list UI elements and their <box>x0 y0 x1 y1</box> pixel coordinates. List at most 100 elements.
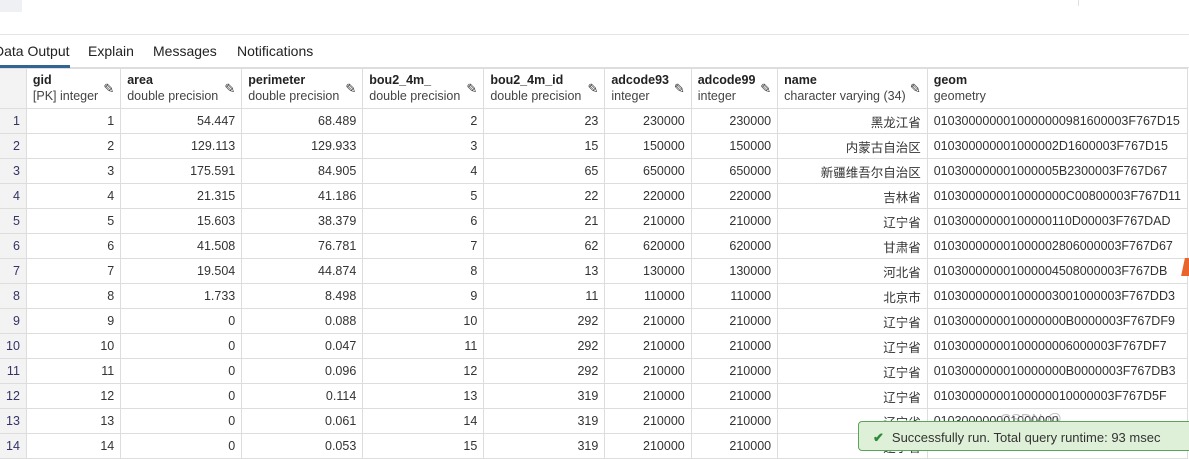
cell-gid[interactable]: 7 <box>25 258 122 284</box>
cell-adcode99[interactable]: 150000 <box>690 133 779 159</box>
cell-perimeter[interactable]: 0.114 <box>241 383 364 409</box>
cell-adcode99[interactable]: 210000 <box>690 433 779 459</box>
cell-area[interactable]: 0 <box>120 408 243 434</box>
cell-bou2_4m_id[interactable]: 292 <box>483 358 606 384</box>
cell-area[interactable]: 19.504 <box>120 258 243 284</box>
row-number[interactable]: 12 <box>0 383 27 409</box>
table-row[interactable]: 3 3 175.591 84.905 4 65 650000 650000 新疆维吾尔自治区 01… <box>0 158 1189 184</box>
edit-pencil-icon[interactable]: ✎ <box>466 81 477 97</box>
cell-name[interactable]: 河北省 <box>777 258 928 284</box>
tab-explain[interactable]: Explain <box>88 43 134 65</box>
cell-bou2_4m_id[interactable]: 319 <box>483 433 606 459</box>
cell-gid[interactable]: 10 <box>25 333 122 359</box>
cell-adcode93[interactable]: 650000 <box>604 158 692 184</box>
row-number[interactable]: 6 <box>0 233 27 259</box>
cell-bou2_4m_[interactable]: 14 <box>362 408 485 434</box>
cell-geom[interactable]: 0103000000010000000C00800003F767D11 <box>926 183 1189 209</box>
cell-geom[interactable]: 01030000000100000010000003F767D5F <box>926 383 1189 409</box>
select-all-corner[interactable] <box>0 68 27 109</box>
cell-geom[interactable]: 010300000001000002806000003F767D67 <box>926 233 1189 259</box>
cell-area[interactable]: 0 <box>120 383 243 409</box>
row-number[interactable]: 2 <box>0 133 27 159</box>
cell-bou2_4m_id[interactable]: 15 <box>483 133 606 159</box>
cell-gid[interactable]: 4 <box>25 183 122 209</box>
cell-adcode93[interactable]: 210000 <box>604 358 692 384</box>
cell-geom[interactable]: 010300000001000004508000003F767DB <box>926 258 1189 284</box>
cell-bou2_4m_id[interactable]: 62 <box>483 233 606 259</box>
row-number[interactable]: 3 <box>0 158 27 184</box>
cell-perimeter[interactable]: 68.489 <box>241 108 364 134</box>
cell-gid[interactable]: 14 <box>25 433 122 459</box>
cell-perimeter[interactable]: 44.874 <box>241 258 364 284</box>
cell-adcode99[interactable]: 620000 <box>690 233 779 259</box>
cell-bou2_4m_[interactable]: 13 <box>362 383 485 409</box>
table-row[interactable]: 2 2 129.113 129.933 3 15 150000 150000 内蒙古自治区 010… <box>0 133 1189 159</box>
cell-area[interactable]: 21.315 <box>120 183 243 209</box>
cell-adcode99[interactable]: 210000 <box>690 208 779 234</box>
cell-bou2_4m_[interactable]: 6 <box>362 208 485 234</box>
cell-perimeter[interactable]: 0.053 <box>241 433 364 459</box>
table-row[interactable]: 4 4 21.315 41.186 5 22 220000 220000 吉林省 01030000… <box>0 183 1189 209</box>
cell-bou2_4m_[interactable]: 11 <box>362 333 485 359</box>
edit-pencil-icon[interactable]: ✎ <box>760 81 771 97</box>
table-row[interactable]: 8 8 1.733 8.498 9 11 110000 110000 北京市 0103000000… <box>0 283 1189 309</box>
cell-adcode93[interactable]: 220000 <box>604 183 692 209</box>
cell-geom[interactable]: 010300000001000003001000003F767DD3 <box>926 283 1189 309</box>
cell-geom[interactable]: 010300000001000002D1600003F767D15 <box>926 133 1189 159</box>
cell-bou2_4m_[interactable]: 2 <box>362 108 485 134</box>
column-header-name[interactable]: name character varying (34) ✎ <box>777 68 928 109</box>
cell-adcode99[interactable]: 210000 <box>690 408 779 434</box>
cell-gid[interactable]: 3 <box>25 158 122 184</box>
row-number[interactable]: 11 <box>0 358 27 384</box>
cell-bou2_4m_id[interactable]: 13 <box>483 258 606 284</box>
tab-data-output[interactable]: Data Output <box>0 43 70 68</box>
edit-pencil-icon[interactable]: ✎ <box>587 81 598 97</box>
cell-gid[interactable]: 1 <box>25 108 122 134</box>
cell-area[interactable]: 0 <box>120 333 243 359</box>
cell-adcode99[interactable]: 110000 <box>690 283 779 309</box>
cell-bou2_4m_[interactable]: 8 <box>362 258 485 284</box>
cell-area[interactable]: 41.508 <box>120 233 243 259</box>
cell-bou2_4m_id[interactable]: 21 <box>483 208 606 234</box>
cell-bou2_4m_[interactable]: 10 <box>362 308 485 334</box>
cell-area[interactable]: 129.113 <box>120 133 243 159</box>
cell-adcode93[interactable]: 110000 <box>604 283 692 309</box>
cell-bou2_4m_[interactable]: 15 <box>362 433 485 459</box>
cell-name[interactable]: 辽宁省 <box>777 333 928 359</box>
row-number[interactable]: 13 <box>0 408 27 434</box>
column-header-adcode99[interactable]: adcode99 integer ✎ <box>690 68 779 109</box>
cell-adcode99[interactable]: 220000 <box>690 183 779 209</box>
cell-geom[interactable]: 0103000000010000000981600003F767D15 <box>926 108 1189 134</box>
cell-bou2_4m_[interactable]: 12 <box>362 358 485 384</box>
column-header-gid[interactable]: gid [PK] integer ✎ <box>25 68 122 109</box>
cell-perimeter[interactable]: 0.088 <box>241 308 364 334</box>
tab-notifications[interactable]: Notifications <box>237 43 313 65</box>
cell-adcode99[interactable]: 210000 <box>690 358 779 384</box>
tab-messages[interactable]: Messages <box>153 43 217 65</box>
cell-area[interactable]: 0 <box>120 433 243 459</box>
cell-perimeter[interactable]: 0.061 <box>241 408 364 434</box>
row-number[interactable]: 9 <box>0 308 27 334</box>
cell-bou2_4m_[interactable]: 9 <box>362 283 485 309</box>
cell-adcode93[interactable]: 150000 <box>604 133 692 159</box>
cell-bou2_4m_id[interactable]: 22 <box>483 183 606 209</box>
cell-perimeter[interactable]: 76.781 <box>241 233 364 259</box>
cell-name[interactable]: 辽宁省 <box>777 208 928 234</box>
row-number[interactable]: 10 <box>0 333 27 359</box>
row-number[interactable]: 1 <box>0 108 27 134</box>
cell-area[interactable]: 175.591 <box>120 158 243 184</box>
cell-bou2_4m_id[interactable]: 319 <box>483 408 606 434</box>
cell-name[interactable]: 辽宁省 <box>777 358 928 384</box>
cell-adcode93[interactable]: 130000 <box>604 258 692 284</box>
cell-gid[interactable]: 11 <box>25 358 122 384</box>
cell-adcode93[interactable]: 210000 <box>604 208 692 234</box>
cell-area[interactable]: 15.603 <box>120 208 243 234</box>
cell-perimeter[interactable]: 0.096 <box>241 358 364 384</box>
column-header-area[interactable]: area double precision ✎ <box>120 68 243 109</box>
column-header-perimeter[interactable]: perimeter double precision ✎ <box>241 68 364 109</box>
column-header-bou2_4m_[interactable]: bou2_4m_ double precision ✎ <box>362 68 485 109</box>
cell-gid[interactable]: 9 <box>25 308 122 334</box>
cell-name[interactable]: 新疆维吾尔自治区 <box>777 158 928 184</box>
cell-bou2_4m_id[interactable]: 292 <box>483 333 606 359</box>
cell-gid[interactable]: 2 <box>25 133 122 159</box>
